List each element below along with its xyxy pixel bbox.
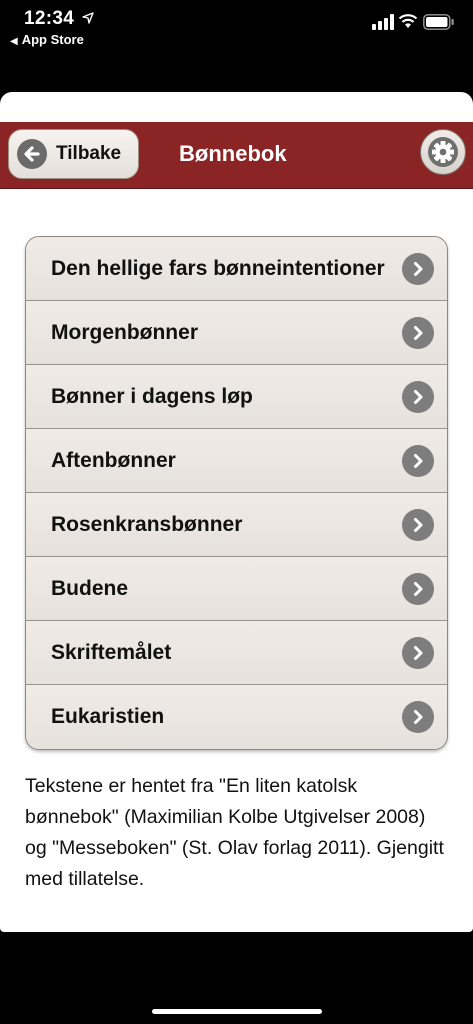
list-item-label: Aftenbønner <box>51 449 176 472</box>
prayer-list: Den hellige fars bønneintentioner Morgen… <box>25 236 448 750</box>
chevron-right-icon <box>402 381 434 413</box>
status-time: 12:34 <box>24 8 75 29</box>
back-button-label: Tilbake <box>56 143 122 164</box>
list-item-label: Eukaristien <box>51 705 165 728</box>
list-item[interactable]: Morgenbønner <box>26 301 447 365</box>
list-item[interactable]: Rosenkransbønner <box>26 493 447 557</box>
chevron-right-icon <box>402 637 434 669</box>
source-credit-text: Tekstene er hentet fra "En liten katolsk… <box>25 775 444 890</box>
battery-icon <box>423 14 454 30</box>
arrow-left-icon <box>17 139 47 169</box>
chevron-right-icon <box>402 253 434 285</box>
gear-icon <box>428 137 458 167</box>
chevron-right-icon <box>402 509 434 541</box>
list-item-label: Den hellige fars bønneintentioner <box>51 257 385 280</box>
list-item-label: Skriftemålet <box>51 641 172 664</box>
list-item-label: Budene <box>51 577 129 600</box>
list-item-label: Morgenbønner <box>51 321 198 344</box>
list-item[interactable]: Bønner i dagens løp <box>26 365 447 429</box>
chevron-right-icon <box>402 317 434 349</box>
back-button[interactable]: Tilbake <box>8 129 139 179</box>
back-triangle-icon: ◀ <box>10 36 18 47</box>
list-item[interactable]: Den hellige fars bønneintentioner <box>26 237 447 301</box>
chevron-right-icon <box>402 573 434 605</box>
back-to-app-store[interactable]: ◀ App Store <box>10 32 84 47</box>
settings-button[interactable] <box>420 129 466 175</box>
wifi-icon <box>398 14 418 28</box>
back-app-label: App Store <box>21 32 84 47</box>
list-item[interactable]: Eukaristien <box>26 685 447 749</box>
chevron-right-icon <box>402 445 434 477</box>
location-arrow-icon <box>82 12 94 24</box>
navigation-bar: Tilbake Bønnebok <box>0 122 473 189</box>
home-indicator[interactable] <box>152 1009 322 1014</box>
list-item[interactable]: Aftenbønner <box>26 429 447 493</box>
list-item[interactable]: Budene <box>26 557 447 621</box>
page-title: Bønnebok <box>179 141 287 166</box>
list-item-label: Rosenkransbønner <box>51 513 243 536</box>
list-item[interactable]: Skriftemålet <box>26 621 447 685</box>
chevron-right-icon <box>402 701 434 733</box>
app-sheet: Tilbake Bønnebok Den hellige fars bønnei… <box>0 92 473 932</box>
signal-bars-icon <box>372 14 394 30</box>
status-bar: 12:34 ◀ App Store <box>0 0 473 50</box>
list-item-label: Bønner i dagens løp <box>51 385 253 408</box>
